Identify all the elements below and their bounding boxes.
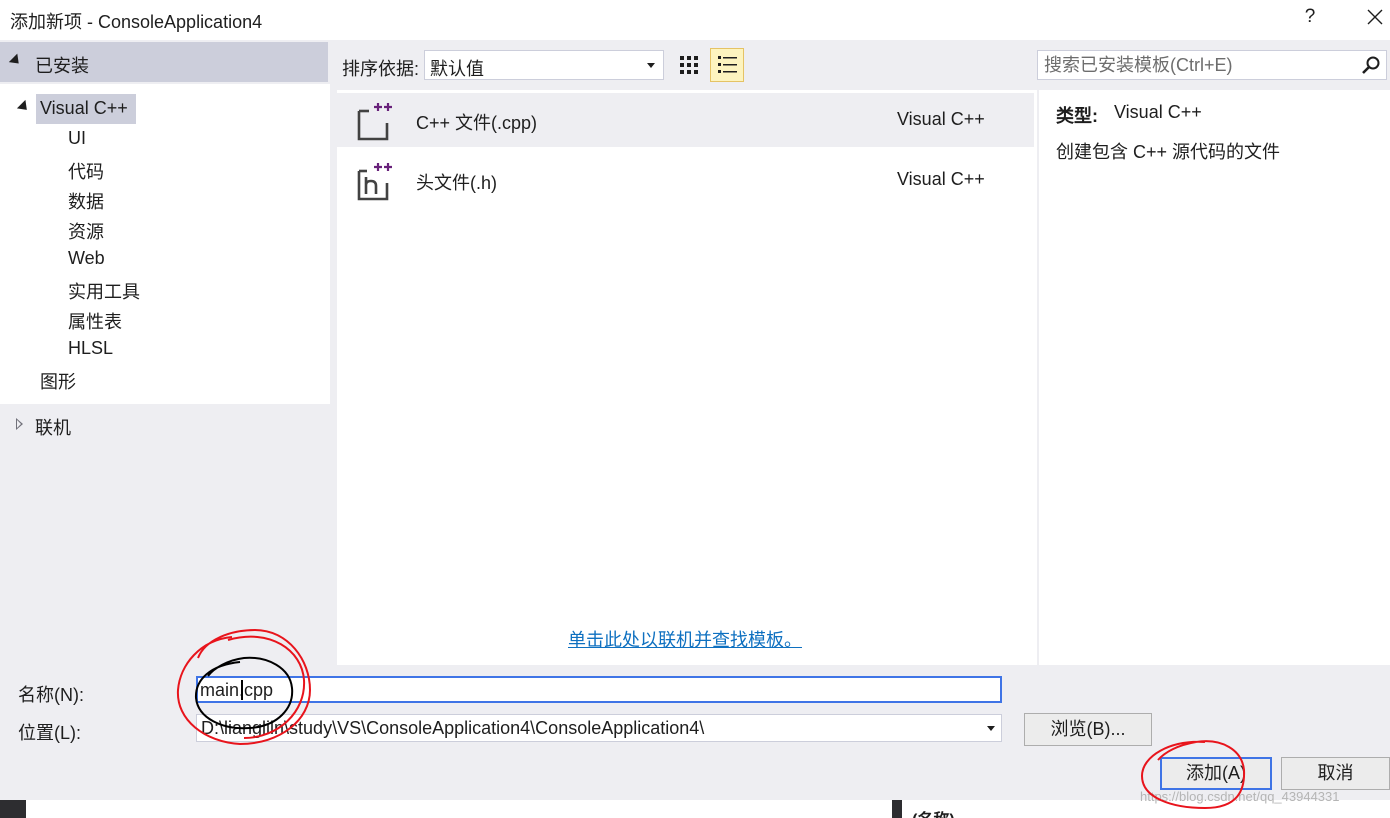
collapsed-arrow-icon[interactable] <box>16 418 23 430</box>
window-title: 添加新项 - ConsoleApplication4 <box>10 12 263 32</box>
chevron-down-icon <box>647 63 655 68</box>
detail-description: 创建包含 C++ 源代码的文件 <box>1056 142 1281 162</box>
template-search-box[interactable] <box>1037 50 1387 80</box>
tree-item-web[interactable]: Web <box>68 248 105 269</box>
template-name: C++ 文件(.cpp) <box>416 113 538 133</box>
tree-item-ui[interactable]: UI <box>68 128 86 149</box>
sort-dropdown-value: 默认值 <box>430 59 484 79</box>
tree-node-graphics[interactable]: 图形 <box>40 368 76 394</box>
list-view-button[interactable] <box>710 48 744 82</box>
tree-node-visual-cpp-label[interactable]: Visual C++ <box>40 98 128 119</box>
grid-view-icon <box>680 56 698 74</box>
tree-item-utility[interactable]: 实用工具 <box>68 278 140 304</box>
template-language: Visual C++ <box>897 109 985 129</box>
search-icon[interactable] <box>1360 55 1382 77</box>
cpp-file-icon <box>355 99 395 143</box>
location-label: 位置(L): <box>18 723 81 743</box>
tree-item-resource[interactable]: 资源 <box>68 218 104 244</box>
location-value: D:\liangliln\study\VS\ConsoleApplication… <box>201 718 705 738</box>
list-view-icon <box>718 56 737 73</box>
name-input[interactable] <box>200 679 990 701</box>
expanded-arrow-icon <box>8 53 23 68</box>
template-name: 头文件(.h) <box>416 173 497 193</box>
tree-item-property-sheet[interactable]: 属性表 <box>68 308 122 334</box>
sort-dropdown[interactable]: 默认值 <box>424 50 664 80</box>
title-bar: 添加新项 - ConsoleApplication4 ? <box>0 0 1390 40</box>
cancel-button[interactable]: 取消 <box>1281 757 1390 790</box>
name-field[interactable] <box>196 676 1002 703</box>
tree-item-code[interactable]: 代码 <box>68 158 104 184</box>
find-online-templates-link[interactable]: 单击此处以联机并查找模板。 <box>568 626 802 652</box>
background-partial-text: (名称) <box>912 806 955 818</box>
name-label: 名称(N): <box>18 685 84 705</box>
add-button[interactable]: 添加(A) <box>1160 757 1272 790</box>
help-button[interactable]: ? <box>1298 6 1322 32</box>
detail-type-label: 类型: <box>1056 106 1098 126</box>
tree-item-hlsl[interactable]: HLSL <box>68 338 113 359</box>
tree-node-online[interactable]: 联机 <box>35 414 71 440</box>
background-editor-area <box>26 800 892 818</box>
tree-installed-children <box>0 84 330 404</box>
browse-button[interactable]: 浏览(B)... <box>1024 713 1152 746</box>
template-item-header[interactable]: 头文件(.h) Visual C++ <box>337 153 1034 207</box>
location-dropdown[interactable]: D:\liangliln\study\VS\ConsoleApplication… <box>196 714 1002 742</box>
header-file-icon <box>355 159 395 203</box>
watermark: https://blog.csdn.net/qq_43944331 <box>1140 789 1340 804</box>
template-item-cpp[interactable]: C++ 文件(.cpp) Visual C++ <box>337 93 1034 147</box>
template-details-pane <box>1039 90 1390 665</box>
tree-node-installed-label: 已安装 <box>35 56 89 76</box>
small-icons-view-button[interactable] <box>672 48 706 82</box>
close-icon[interactable] <box>1360 3 1390 33</box>
tree-node-installed[interactable]: 已安装 <box>0 42 328 82</box>
search-input[interactable] <box>1044 54 1344 76</box>
sort-label: 排序依据: <box>342 59 420 79</box>
detail-type-value: Visual C++ <box>1114 102 1202 122</box>
chevron-down-icon <box>987 726 995 731</box>
tree-item-data[interactable]: 数据 <box>68 188 104 214</box>
template-language: Visual C++ <box>897 169 985 189</box>
